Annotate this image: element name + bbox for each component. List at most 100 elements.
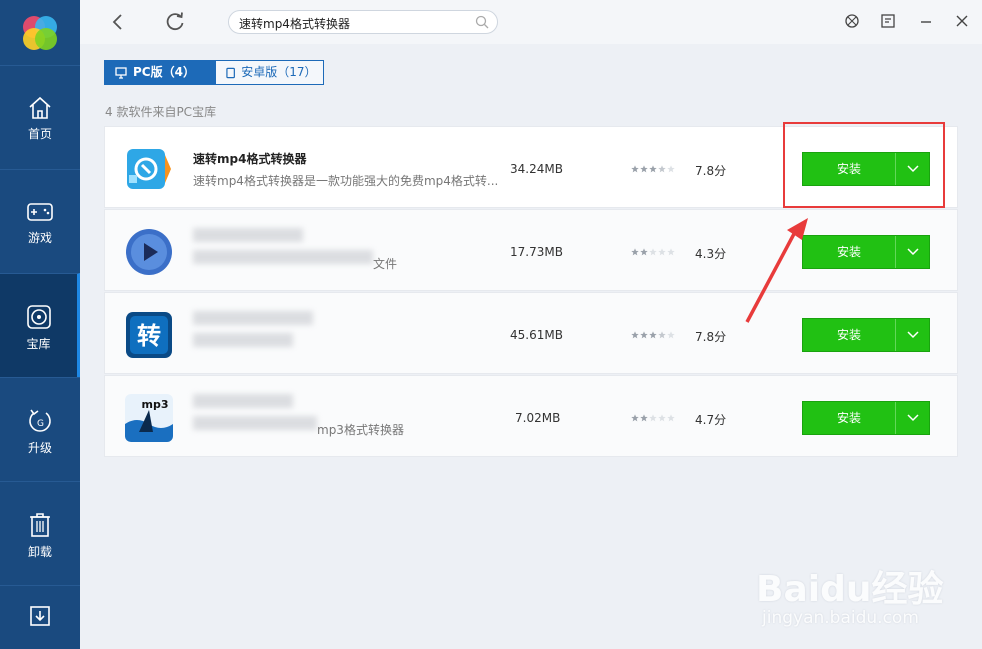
chevron-down-icon (906, 331, 919, 339)
search-input[interactable]: 速转mp4格式转换器 (239, 15, 350, 32)
svg-text:G: G (37, 419, 44, 429)
app-size: 17.73MB (510, 245, 563, 259)
chevron-down-icon (906, 414, 919, 422)
star-icon (649, 414, 657, 422)
feedback-icon[interactable] (880, 13, 896, 29)
nav-upgrade[interactable]: G 升级 (0, 377, 80, 481)
list-item[interactable]: 文件 17.73MB 4.3分 安装 (104, 209, 958, 291)
app-icon-speed-converter (127, 149, 171, 189)
annotation-arrow (745, 218, 808, 323)
back-icon[interactable] (108, 12, 128, 32)
star-icon (658, 165, 666, 173)
refresh-icon[interactable] (164, 11, 186, 33)
install-dropdown[interactable] (895, 319, 929, 351)
chevron-down-icon (906, 248, 919, 256)
home-icon (29, 96, 51, 119)
app-name[interactable]: 速转mp4格式转换器 (193, 150, 306, 167)
tab-pc[interactable]: PC版（4） (104, 60, 215, 85)
app-icon-video-converter: 转 (126, 312, 172, 358)
treasury-icon (26, 305, 51, 329)
star-icon (640, 414, 648, 422)
list-item[interactable]: mp3 mp3格式转换器 7.02MB 4.7分 安装 (104, 375, 958, 457)
star-icon (658, 248, 666, 256)
annotation-highlight-box (783, 122, 945, 208)
download-icon (30, 606, 50, 626)
tab-android-label: 安卓版（17） (241, 65, 317, 79)
nav-home[interactable]: 首页 (0, 65, 80, 169)
nav-treasury-label: 宝库 (26, 337, 51, 351)
nav-home-label: 首页 (27, 127, 52, 141)
star-icon (658, 331, 666, 339)
app-icon-player (126, 229, 172, 275)
rating-stars (631, 331, 675, 339)
nav-uninstall[interactable]: 卸载 (0, 481, 80, 585)
app-size: 7.02MB (515, 411, 561, 425)
nav-download[interactable] (0, 585, 80, 649)
app-score: 4.7分 (695, 413, 727, 427)
star-icon (649, 331, 657, 339)
app-desc: mp3格式转换器 (317, 423, 404, 437)
blurred-name (193, 228, 303, 242)
star-icon (667, 414, 675, 422)
blurred-name (193, 311, 313, 325)
star-icon (640, 331, 648, 339)
star-icon (631, 331, 639, 339)
rating-stars (631, 248, 675, 256)
star-icon (667, 331, 675, 339)
minimize-icon[interactable] (918, 13, 934, 29)
blurred-desc (193, 250, 373, 264)
watermark-sub: jingyan.baidu.com (762, 608, 919, 628)
app-score: 4.3分 (695, 247, 727, 261)
nav-games[interactable]: 游戏 (0, 169, 80, 273)
app-score: 7.8分 (695, 164, 727, 178)
app-size: 45.61MB (510, 328, 563, 342)
install-label: 安装 (836, 411, 861, 425)
tab-android[interactable]: 安卓版（17） (215, 60, 324, 85)
star-icon (649, 248, 657, 256)
star-icon (667, 248, 675, 256)
icon-text-mp3: mp3 (142, 398, 169, 411)
star-icon (667, 165, 675, 173)
nav-treasury[interactable]: 宝库 (0, 273, 80, 377)
tab-pc-label: PC版（4） (133, 65, 195, 79)
app-desc: 速转mp4格式转换器是一款功能强大的免费mp4格式转... (193, 174, 499, 188)
rating-stars (631, 414, 675, 422)
rating-stars (631, 165, 675, 173)
install-button[interactable]: 安装 (802, 235, 930, 269)
app-icon-mp3-converter: mp3 (125, 394, 173, 442)
sidebar: 首页 游戏 宝库 G 升级 卸载 (0, 0, 80, 649)
install-button[interactable]: 安装 (802, 318, 930, 352)
search-icon[interactable] (475, 15, 489, 29)
upgrade-icon: G (29, 409, 51, 432)
close-icon[interactable] (954, 13, 970, 29)
skin-icon[interactable] (844, 13, 860, 29)
icon-text-zhuan: 转 (137, 322, 161, 350)
star-icon (640, 248, 648, 256)
star-icon (649, 165, 657, 173)
blurred-desc (193, 333, 293, 347)
phone-icon (226, 67, 235, 78)
star-icon (631, 165, 639, 173)
blurred-desc (193, 416, 317, 430)
app-size: 34.24MB (510, 162, 563, 176)
app-score: 7.8分 (695, 330, 727, 344)
baidu-watermark: Baidu经验 jingyan.baidu.com (756, 540, 976, 640)
install-dropdown[interactable] (895, 236, 929, 268)
star-icon (631, 414, 639, 422)
install-button[interactable]: 安装 (802, 401, 930, 435)
star-icon (631, 248, 639, 256)
watermark-main: Baidu经验 (756, 569, 944, 610)
gamepad-icon (27, 203, 53, 221)
app-logo (23, 16, 57, 50)
search-box[interactable]: 速转mp4格式转换器 (228, 10, 498, 34)
nav-upgrade-label: 升级 (27, 441, 52, 455)
top-bar: 速转mp4格式转换器 (80, 0, 982, 44)
star-icon (658, 414, 666, 422)
monitor-icon (115, 66, 127, 79)
platform-tabs: PC版（4） 安卓版（17） (104, 60, 324, 85)
nav-games-label: 游戏 (27, 231, 52, 245)
trash-icon (30, 513, 50, 537)
result-count: 4 款软件来自PC宝库 (105, 105, 217, 119)
list-item[interactable]: 转 45.61MB 7.8分 安装 (104, 292, 958, 374)
install-dropdown[interactable] (895, 402, 929, 434)
